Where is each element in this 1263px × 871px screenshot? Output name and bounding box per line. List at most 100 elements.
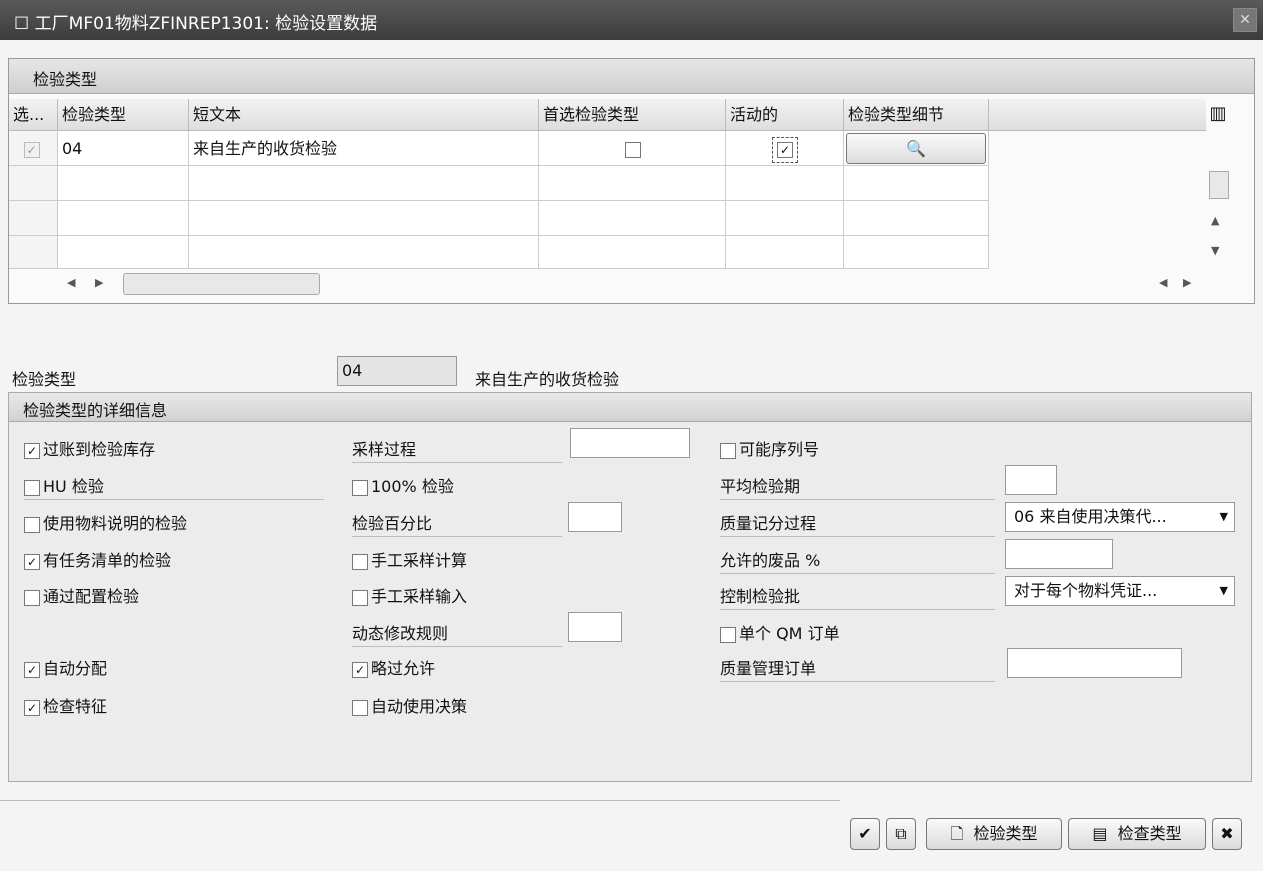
qm-order-input[interactable] — [1007, 648, 1182, 678]
confirm-button[interactable]: ✔ — [850, 818, 880, 850]
row-details[interactable]: 🔍 — [844, 131, 989, 166]
serial-numbers[interactable]: 可能序列号 — [720, 436, 819, 460]
empty-cell — [726, 201, 844, 236]
horizontal-scroll-thumb[interactable] — [123, 273, 320, 295]
close-button[interactable]: ✕ — [1233, 8, 1257, 32]
scroll-left-icon-2[interactable]: ◀ — [1159, 276, 1167, 289]
option-checkbox-item[interactable]: 使用物料说明的检验 — [24, 510, 187, 534]
checkbox-label: HU 检验 — [43, 477, 104, 496]
col-select[interactable]: 选... — [9, 99, 58, 131]
row-active[interactable]: ✓ — [726, 131, 844, 166]
checkbox[interactable] — [352, 589, 368, 606]
row-select[interactable]: ✓ — [9, 131, 58, 166]
sampling-procedure-input[interactable] — [570, 428, 690, 458]
col-active[interactable]: 活动的 — [726, 99, 844, 131]
summary-type-description: 来自生产的收货检验 — [475, 370, 620, 389]
empty-cell — [9, 236, 58, 269]
checkbox[interactable] — [24, 589, 40, 606]
checkbox-label: 自动分配 — [43, 659, 108, 678]
button-label: 检验类型 — [973, 824, 1038, 843]
check-100-percent[interactable]: 100% 检验 — [352, 473, 454, 497]
new-inspection-type-button[interactable]: 🗋 检验类型 — [926, 818, 1062, 850]
avg-duration-input[interactable] — [1005, 465, 1057, 495]
summary-type-label: 检验类型 — [12, 370, 77, 389]
table-title-bar: 检验类型 — [9, 59, 1254, 94]
footer-divider-curve — [780, 800, 840, 811]
checkbox[interactable] — [720, 626, 736, 643]
scroll-down-icon[interactable]: ▼ — [1211, 244, 1219, 257]
preferred-checkbox[interactable] — [624, 141, 641, 158]
window-icon: ☐ — [14, 14, 35, 34]
empty-cell — [9, 166, 58, 201]
option-checkbox-item[interactable]: ✓ 过账到检验库存 — [24, 436, 155, 460]
inspection-percent-input[interactable] — [568, 502, 622, 532]
option-checkbox-item[interactable]: ✓ 自动分配 — [24, 655, 107, 679]
row-preferred[interactable] — [539, 131, 726, 166]
option-checkbox-item[interactable]: HU 检验 — [24, 473, 324, 500]
button-label: 检查类型 — [1117, 824, 1182, 843]
checkbox[interactable]: ✓ — [24, 661, 40, 678]
scroll-right-icon-2[interactable]: ▶ — [1183, 276, 1191, 289]
empty-cell — [58, 236, 189, 269]
active-checkbox[interactable]: ✓ — [772, 136, 798, 163]
manual-sample-entry[interactable]: 手工采样输入 — [352, 583, 467, 607]
manual-sample-calc[interactable]: 手工采样计算 — [352, 547, 467, 571]
column-settings-icon[interactable]: ▥ — [1205, 99, 1231, 129]
checkbox[interactable]: ✓ — [24, 442, 40, 459]
auto-usage-decision[interactable]: 自动使用决策 — [352, 693, 467, 717]
vertical-scroll-thumb[interactable] — [1209, 171, 1229, 199]
close-icon: ✖ — [1220, 824, 1234, 843]
checkbox-label: 略过允许 — [371, 659, 436, 678]
col-type[interactable]: 检验类型 — [58, 99, 189, 131]
details-group-header: 检验类型的详细信息 — [9, 393, 1251, 422]
checkbox[interactable]: ✓ — [24, 553, 40, 570]
title-bar: ☐ 工厂MF01物料ZFINREP1301: 检验设置数据 ✕ — [0, 0, 1263, 40]
quality-score-dropdown[interactable]: 06 来自使用决策代... ▼ — [1005, 502, 1235, 532]
checkbox[interactable]: ✓ — [24, 699, 40, 716]
check-type-button[interactable]: ▤ 检查类型 — [1068, 818, 1206, 850]
empty-cell — [58, 166, 189, 201]
checkbox[interactable] — [352, 479, 368, 496]
empty-cell — [189, 201, 539, 236]
quality-score-label: 质量记分过程 — [720, 510, 995, 537]
qm-order-label: 质量管理订单 — [720, 655, 995, 682]
checkbox[interactable] — [352, 699, 368, 716]
col-details[interactable]: 检验类型细节 — [844, 99, 989, 131]
single-qm-order[interactable]: 单个 QM 订单 — [720, 620, 840, 644]
allowed-scrap-input[interactable] — [1005, 539, 1113, 569]
dynamic-rule-input[interactable] — [568, 612, 622, 642]
magnifier-icon: 🔍 — [906, 139, 926, 158]
control-lot-dropdown[interactable]: 对于每个物料凭证... ▼ — [1005, 576, 1235, 606]
checkbox-label: 手工采样计算 — [371, 551, 468, 570]
skip-allowed[interactable]: ✓ 略过允许 — [352, 655, 435, 679]
checkbox-label: 手工采样输入 — [371, 587, 468, 606]
inspection-type-table: 检验类型 选... 检验类型 短文本 首选检验类型 活动的 检验类型细节 ✓ 0… — [8, 58, 1255, 304]
empty-cell — [726, 166, 844, 201]
dropdown-value: 对于每个物料凭证... — [1014, 581, 1158, 600]
col-filler — [989, 99, 1206, 131]
hierarchy-button[interactable]: ⧉ — [886, 818, 916, 850]
checkbox[interactable]: ✓ — [352, 661, 368, 678]
checkbox-label: 自动使用决策 — [371, 697, 468, 716]
scroll-left-icon[interactable]: ◀ — [67, 276, 75, 289]
cancel-button[interactable]: ✖ — [1212, 818, 1242, 850]
empty-cell — [189, 236, 539, 269]
option-checkbox-item[interactable]: ✓ 检查特征 — [24, 693, 107, 717]
checkbox-label: 单个 QM 订单 — [739, 624, 840, 643]
checkbox[interactable] — [24, 516, 40, 533]
scroll-right-icon[interactable]: ▶ — [95, 276, 103, 289]
col-short-text[interactable]: 短文本 — [189, 99, 539, 131]
option-checkbox-item[interactable]: ✓ 有任务清单的检验 — [24, 547, 171, 571]
col-preferred[interactable]: 首选检验类型 — [539, 99, 726, 131]
window-title: ☐ 工厂MF01物料ZFINREP1301: 检验设置数据 — [14, 14, 378, 34]
checkbox[interactable] — [24, 479, 40, 496]
checkbox[interactable] — [720, 442, 736, 459]
row-type: 04 — [58, 131, 189, 166]
scroll-up-icon[interactable]: ▲ — [1211, 214, 1219, 227]
checkbox-label: 过账到检验库存 — [43, 440, 156, 459]
checkbox[interactable] — [352, 553, 368, 570]
option-checkbox-item[interactable]: 通过配置检验 — [24, 583, 139, 607]
row-select-checkbox[interactable]: ✓ — [23, 141, 40, 158]
details-button[interactable]: 🔍 — [846, 133, 986, 164]
table-title: 检验类型 — [33, 70, 98, 89]
